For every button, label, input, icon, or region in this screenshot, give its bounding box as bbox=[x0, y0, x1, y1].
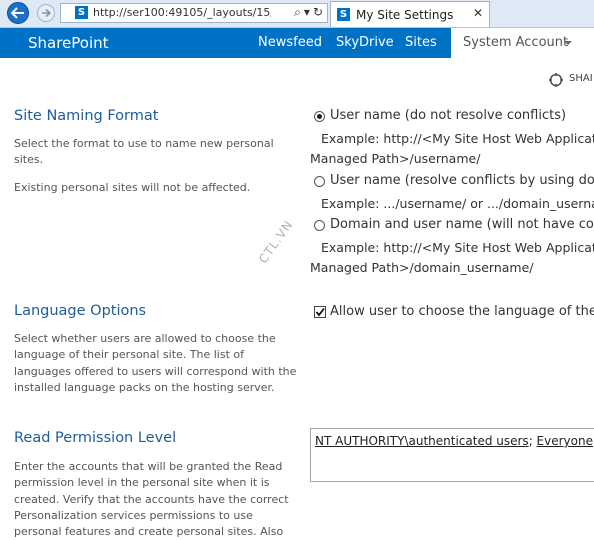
arrow-left-icon bbox=[11, 7, 24, 19]
back-button[interactable] bbox=[7, 2, 29, 24]
option-label: User name (do not resolve conflicts) bbox=[330, 108, 567, 123]
option-example-cont: Managed Path>/domain_username/ bbox=[310, 260, 534, 275]
dropdown-icon[interactable]: ▾ bbox=[304, 5, 310, 19]
naming-note: Existing personal sites will not be affe… bbox=[14, 181, 251, 194]
option-example: Example: http://<My Site Host Web Applic… bbox=[321, 240, 594, 255]
resolved-user-auth[interactable]: NT AUTHORITY\authenticated users bbox=[315, 434, 529, 448]
account-menu[interactable]: System Account bbox=[451, 28, 594, 58]
arrow-right-icon bbox=[42, 8, 51, 18]
naming-description: Select the format to use to name new per… bbox=[14, 137, 274, 167]
brand-title[interactable]: SharePoint bbox=[28, 34, 109, 52]
browser-toolbar: S http://ser100:49105/_layouts/15/Person… bbox=[0, 0, 594, 28]
sharepoint-favicon-icon: S bbox=[75, 6, 88, 19]
browser-tab[interactable]: S My Site Settings ✕ bbox=[330, 1, 490, 27]
section-title-language: Language Options bbox=[14, 303, 147, 319]
share-link[interactable]: SHAI bbox=[569, 73, 593, 84]
resolved-user-everyone[interactable]: Everyone bbox=[537, 434, 593, 448]
checkmark-icon bbox=[315, 307, 325, 317]
section-title-naming: Site Naming Format bbox=[14, 108, 159, 124]
nav-newsfeed[interactable]: Newsfeed bbox=[258, 35, 322, 50]
address-text: http://ser100:49105/_layouts/15/Persona bbox=[93, 6, 271, 19]
option-example: Example: http://<My Site Host Web Applic… bbox=[321, 131, 594, 146]
sync-icon[interactable] bbox=[548, 72, 564, 88]
nav-sites[interactable]: Sites bbox=[405, 35, 437, 50]
radio-domain-username[interactable] bbox=[314, 220, 325, 231]
language-checkbox[interactable] bbox=[314, 306, 326, 318]
option-example-cont: Managed Path>/username/ bbox=[310, 151, 481, 166]
watermark: CTL.VN bbox=[256, 217, 296, 267]
radio-username-resolve[interactable] bbox=[314, 176, 325, 187]
option-label: User name (resolve conflicts by using do… bbox=[330, 173, 594, 188]
option-example: Example: .../username/ or .../domain_use… bbox=[321, 196, 594, 211]
language-checkbox-label: Allow user to choose the language of the… bbox=[330, 304, 594, 319]
language-description: Select whether users are allowed to choo… bbox=[14, 332, 297, 394]
refresh-icon[interactable]: ↻ bbox=[313, 5, 323, 19]
permission-people-picker[interactable]: NT AUTHORITY\authenticated users; Everyo… bbox=[310, 428, 594, 482]
search-icon[interactable]: ⌕ bbox=[294, 5, 301, 19]
account-name: System Account bbox=[463, 35, 569, 50]
separator: ; bbox=[528, 434, 537, 448]
forward-button[interactable] bbox=[37, 4, 55, 22]
caret-down-icon bbox=[564, 41, 572, 45]
new-tab-button[interactable] bbox=[491, 3, 513, 25]
close-icon[interactable]: ✕ bbox=[473, 6, 483, 20]
radio-username-no-resolve[interactable] bbox=[314, 111, 325, 122]
tab-title: My Site Settings bbox=[356, 8, 454, 22]
nav-skydrive[interactable]: SkyDrive bbox=[336, 35, 394, 50]
section-title-permission: Read Permission Level bbox=[14, 430, 177, 446]
option-label: Domain and user name (will not have conf… bbox=[330, 217, 594, 232]
permission-description: Enter the accounts that will be granted … bbox=[14, 460, 289, 539]
sharepoint-favicon-icon: S bbox=[337, 8, 350, 21]
address-bar[interactable]: S http://ser100:49105/_layouts/15/Person… bbox=[60, 3, 328, 23]
